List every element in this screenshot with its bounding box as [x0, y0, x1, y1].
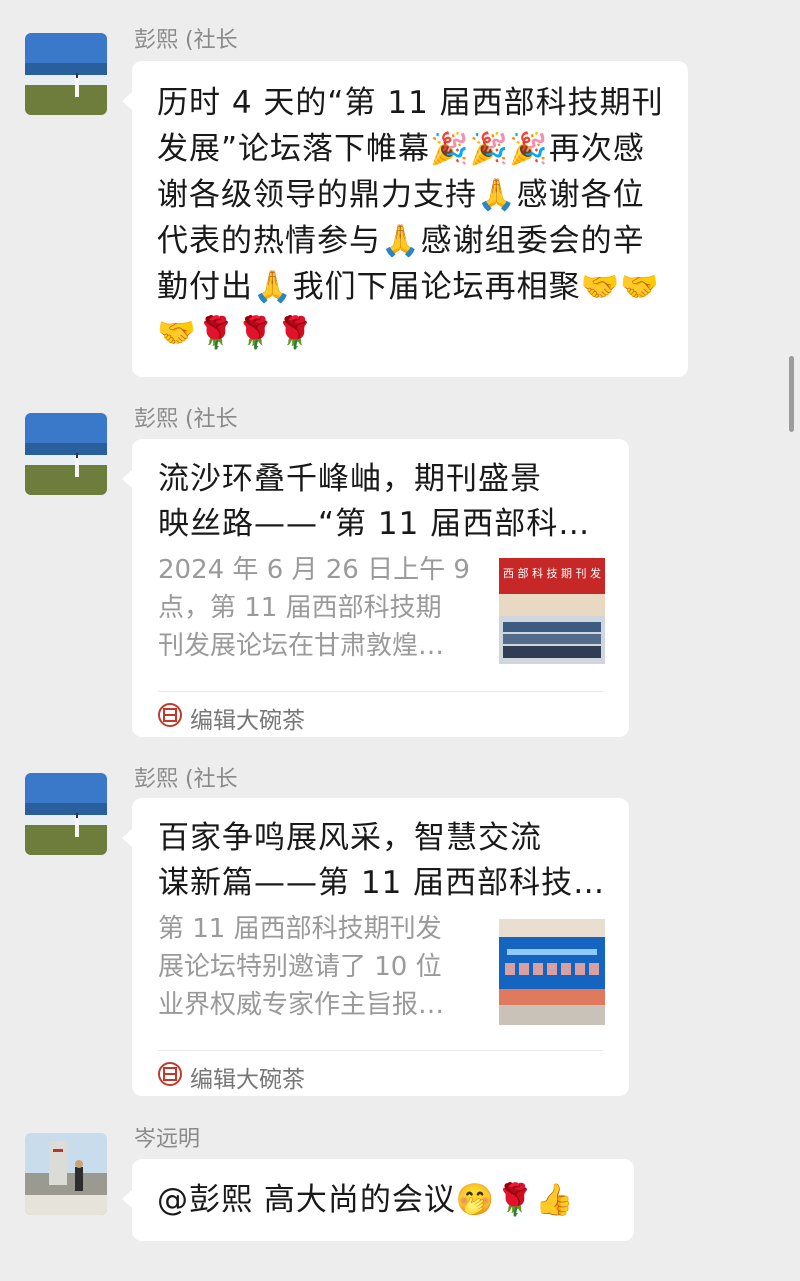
card-source[interactable]: 编辑大碗茶: [158, 691, 603, 738]
avatar-landscape: [25, 413, 107, 495]
card-title: 流沙环叠千峰岫，期刊盛景 映丝路——“第 11 届西部科…: [158, 461, 591, 542]
scrollbar[interactable]: [789, 356, 794, 432]
avatar[interactable]: [25, 1133, 107, 1215]
sender-name: 彭熙 (社长: [134, 767, 238, 792]
source-name: 编辑大碗茶: [190, 1067, 305, 1093]
avatar[interactable]: [25, 773, 107, 855]
sender-name: 岑远明: [134, 1127, 201, 1152]
sender-name: 彭熙 (社长: [134, 407, 238, 432]
text-bubble[interactable]: @彭熙 高大尚的会议🤭🌹👍: [122, 1159, 634, 1241]
avatar[interactable]: [25, 33, 107, 115]
source-name: 编辑大碗茶: [190, 708, 305, 734]
card-description: 第 11 届西部科技期刊发 展论坛特别邀请了 10 位 业界权威专家作主旨报…: [158, 914, 445, 1020]
source-seal-icon: [158, 703, 182, 727]
link-card[interactable]: 流沙环叠千峰岫，期刊盛景 映丝路——“第 11 届西部科… 2024 年 6 月…: [122, 439, 629, 738]
avatar-landscape: [25, 33, 107, 115]
text-bubble[interactable]: 历时 4 天的“第 11 届西部科技期刊发展”论坛落下帷幕🎉🎉🎉再次感谢各级领导…: [122, 61, 688, 377]
card-thumbnail: 西 部 科 技 期 刊 发: [499, 558, 605, 664]
avatar[interactable]: [25, 413, 107, 495]
avatar-landscape: [25, 773, 107, 855]
thumbnail-banner: 西 部 科 技 期 刊 发: [503, 566, 601, 580]
message-text: 历时 4 天的“第 11 届西部科技期刊发展”论坛落下帷幕🎉🎉🎉再次感谢各级领导…: [157, 85, 664, 351]
avatar-monument: [25, 1133, 107, 1215]
card-source[interactable]: 编辑大碗茶: [158, 1050, 603, 1097]
message-text: @彭熙 高大尚的会议🤭🌹👍: [157, 1182, 575, 1218]
card-description: 2024 年 6 月 26 日上午 9 点，第 11 届西部科技期 刊发展论坛在…: [158, 555, 470, 661]
source-seal-icon: [158, 1062, 182, 1086]
sender-name: 彭熙 (社长: [134, 28, 238, 53]
card-title: 百家争鸣展风采，智慧交流 谋新篇——第 11 届西部科技…: [158, 820, 606, 901]
card-thumbnail: [499, 919, 605, 1025]
link-card[interactable]: 百家争鸣展风采，智慧交流 谋新篇——第 11 届西部科技… 第 11 届西部科技…: [122, 798, 629, 1097]
